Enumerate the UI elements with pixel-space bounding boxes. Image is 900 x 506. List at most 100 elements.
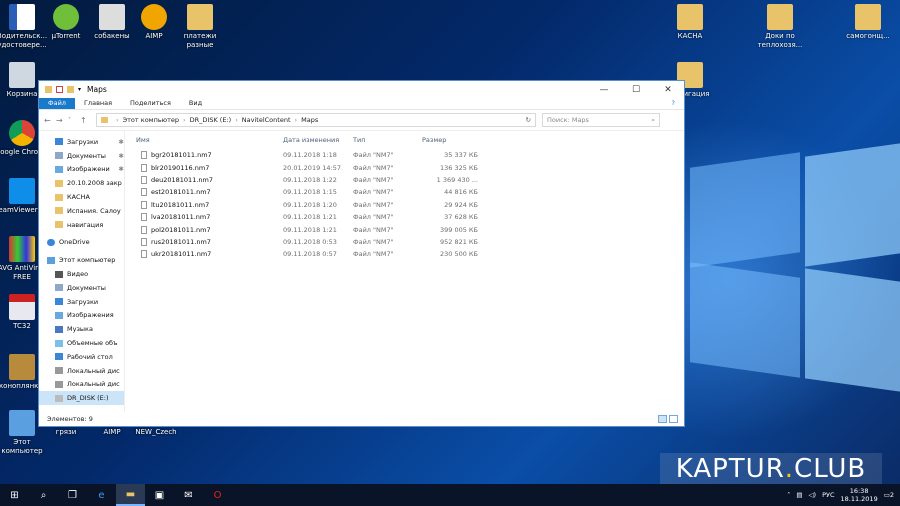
breadcrumb-item[interactable]: DR_DISK (E:) <box>190 116 232 124</box>
properties-icon[interactable] <box>56 86 63 93</box>
address-bar[interactable]: › Этот компьютер › DR_DISK (E:) › Navite… <box>96 113 536 127</box>
start-icon[interactable]: ⊞ <box>0 484 29 506</box>
total-commander-icon <box>9 294 35 320</box>
desktop-icon[interactable]: NEW_Czech <box>128 428 184 437</box>
sidebar-item[interactable]: навигация <box>39 218 124 232</box>
tab-view[interactable]: Вид <box>180 98 211 109</box>
opera-icon[interactable]: O <box>203 484 232 506</box>
desktop-icon[interactable]: платежи разные <box>172 4 228 50</box>
back-icon[interactable]: ← <box>44 116 54 125</box>
column-type[interactable]: Тип <box>353 136 422 144</box>
sidebar-item[interactable]: Изображени ✱ <box>39 163 124 177</box>
file-row[interactable]: blr20190116.nm7 20.01.2019 14:57 Файл "NM7… <box>131 161 684 173</box>
tab-home[interactable]: Главная <box>75 98 121 109</box>
file-row[interactable]: lva20181011.nm7 09.11.2018 1:21 Файл "NM7"… <box>131 211 684 223</box>
refresh-icon[interactable]: ↻ <box>526 116 531 124</box>
sidebar-item[interactable]: Музыка <box>39 322 124 336</box>
sidebar-item[interactable]: Документы <box>39 281 124 295</box>
maximize-button[interactable]: ☐ <box>620 85 652 95</box>
column-name[interactable]: Имя <box>131 136 283 144</box>
sidebar-item[interactable]: Объемные объ <box>39 336 124 350</box>
forward-icon[interactable]: → <box>56 116 66 125</box>
edge-icon[interactable]: e <box>87 484 116 506</box>
file-name: est20181011.nm7 <box>151 188 211 197</box>
file-type: Файл "NM7" <box>353 188 394 197</box>
sidebar-item[interactable]: Документы ✱ <box>39 149 124 163</box>
teamviewer-icon <box>9 178 35 204</box>
up-icon[interactable]: ↑ <box>80 116 90 125</box>
desktop-icon[interactable]: Доки по теплохозя... <box>752 4 808 50</box>
sidebar-item[interactable]: Локальный дис <box>39 378 124 392</box>
sidebar-item[interactable]: Испания. Салоу <box>39 204 124 218</box>
network-icon[interactable]: ▤ <box>796 491 802 499</box>
file-explorer-icon[interactable]: ▬ <box>116 484 145 506</box>
file-date: 20.01.2019 14:57 <box>283 163 342 172</box>
help-icon[interactable]: ? <box>663 98 684 109</box>
folder-icon <box>55 193 63 201</box>
sidebar-item[interactable]: Видео <box>39 267 124 281</box>
navigation-pane[interactable]: Загрузки ✱ Документы ✱ Изображени ✱ 20.10.2… <box>39 131 125 412</box>
file-date: 09.11.2018 0:57 <box>283 250 337 259</box>
file-row[interactable]: pol20181011.nm7 09.11.2018 1:21 Файл "NM7"… <box>131 223 684 235</box>
sidebar-item[interactable]: Локальный дис <box>39 364 124 378</box>
sidebar-item[interactable]: Рабочий стол <box>39 350 124 364</box>
breadcrumb-item[interactable]: NavitelContent <box>242 116 291 124</box>
column-size[interactable]: Размер <box>422 136 478 144</box>
recent-icon[interactable]: ˅ <box>68 117 78 124</box>
notifications-icon[interactable]: ▭2 <box>884 491 894 499</box>
file-date: 09.11.2018 1:20 <box>283 200 337 209</box>
desktop-icon[interactable]: самогонщ... <box>840 4 896 41</box>
file-row[interactable]: est20181011.nm7 09.11.2018 1:15 Файл "NM7"… <box>131 186 684 198</box>
sidebar-item[interactable]: 20.10.2008 закр <box>39 176 124 190</box>
task-view-icon[interactable]: ❐ <box>58 484 87 506</box>
file-size: 399 005 КБ <box>439 225 478 234</box>
close-button[interactable]: ✕ <box>652 85 684 95</box>
folder-icon <box>767 4 793 30</box>
volume-icon[interactable]: ◁) <box>809 491 817 499</box>
breadcrumb-item[interactable]: Этот компьютер <box>123 116 179 124</box>
details-view-icon[interactable] <box>658 415 667 423</box>
file-icon <box>141 225 147 234</box>
customize-qa-icon[interactable]: ▾ <box>78 86 81 93</box>
file-size: 1 369 430 ... <box>436 175 478 184</box>
tab-file[interactable]: Файл <box>39 98 75 109</box>
file-row[interactable]: bgr20181011.nm7 09.11.2018 1:18 Файл "NM7"… <box>131 149 684 161</box>
status-bar: Элементов: 9 <box>39 412 684 426</box>
sidebar-item[interactable]: Загрузки ✱ <box>39 135 124 149</box>
file-size: 230 500 КБ <box>439 250 478 259</box>
store-icon[interactable]: ▣ <box>145 484 174 506</box>
wallpaper-logo-pane <box>690 152 800 268</box>
minimize-button[interactable]: — <box>588 85 620 95</box>
file-row[interactable]: rus20181011.nm7 09.11.2018 0:53 Файл "NM7"… <box>131 236 684 248</box>
onedrive-icon <box>47 238 55 246</box>
tiles-view-icon[interactable] <box>669 415 678 423</box>
sidebar-item-this-pc[interactable]: Этот компьютер <box>39 253 124 267</box>
tray-chevron-icon[interactable]: ˄ <box>787 491 790 499</box>
folder-icon <box>101 117 108 123</box>
search-input[interactable]: Поиск: Maps ⌕ <box>542 113 660 127</box>
new-folder-icon[interactable] <box>67 86 74 93</box>
sidebar-item-onedrive[interactable]: OneDrive <box>39 236 124 250</box>
breadcrumb-item[interactable]: Maps <box>301 116 318 124</box>
documents-icon <box>55 284 63 292</box>
sidebar-item[interactable]: Изображения <box>39 309 124 323</box>
sidebar-item[interactable]: Загрузки <box>39 295 124 309</box>
file-icon <box>141 163 147 172</box>
file-row[interactable]: ukr20181011.nm7 09.11.2018 0:57 Файл "NM7"… <box>131 248 684 260</box>
tab-share[interactable]: Поделиться <box>121 98 180 109</box>
sidebar-item-dr-disk[interactable]: DR_DISK (E:) <box>39 391 124 406</box>
desktop-icon[interactable]: КАСНА <box>662 4 718 41</box>
clock[interactable]: 16:38 18.11.2019 <box>840 487 877 503</box>
file-list[interactable]: Имя Дата изменения Тип Размер bgr2018101… <box>125 131 684 412</box>
language-indicator[interactable]: РУС <box>822 491 834 499</box>
file-row[interactable]: deu20181011.nm7 09.11.2018 1:22 Файл "NM7"… <box>131 174 684 186</box>
search-icon[interactable]: ⌕ <box>29 484 58 506</box>
file-icon <box>141 250 147 259</box>
column-date[interactable]: Дата изменения <box>283 136 353 144</box>
file-type: Файл "NM7" <box>353 213 394 222</box>
mail-icon[interactable]: ✉ <box>174 484 203 506</box>
sidebar-item[interactable]: КАСНА <box>39 190 124 204</box>
folder-icon <box>187 4 213 30</box>
folder-icon <box>45 86 52 93</box>
file-row[interactable]: ltu20181011.nm7 09.11.2018 1:20 Файл "NM7"… <box>131 199 684 211</box>
